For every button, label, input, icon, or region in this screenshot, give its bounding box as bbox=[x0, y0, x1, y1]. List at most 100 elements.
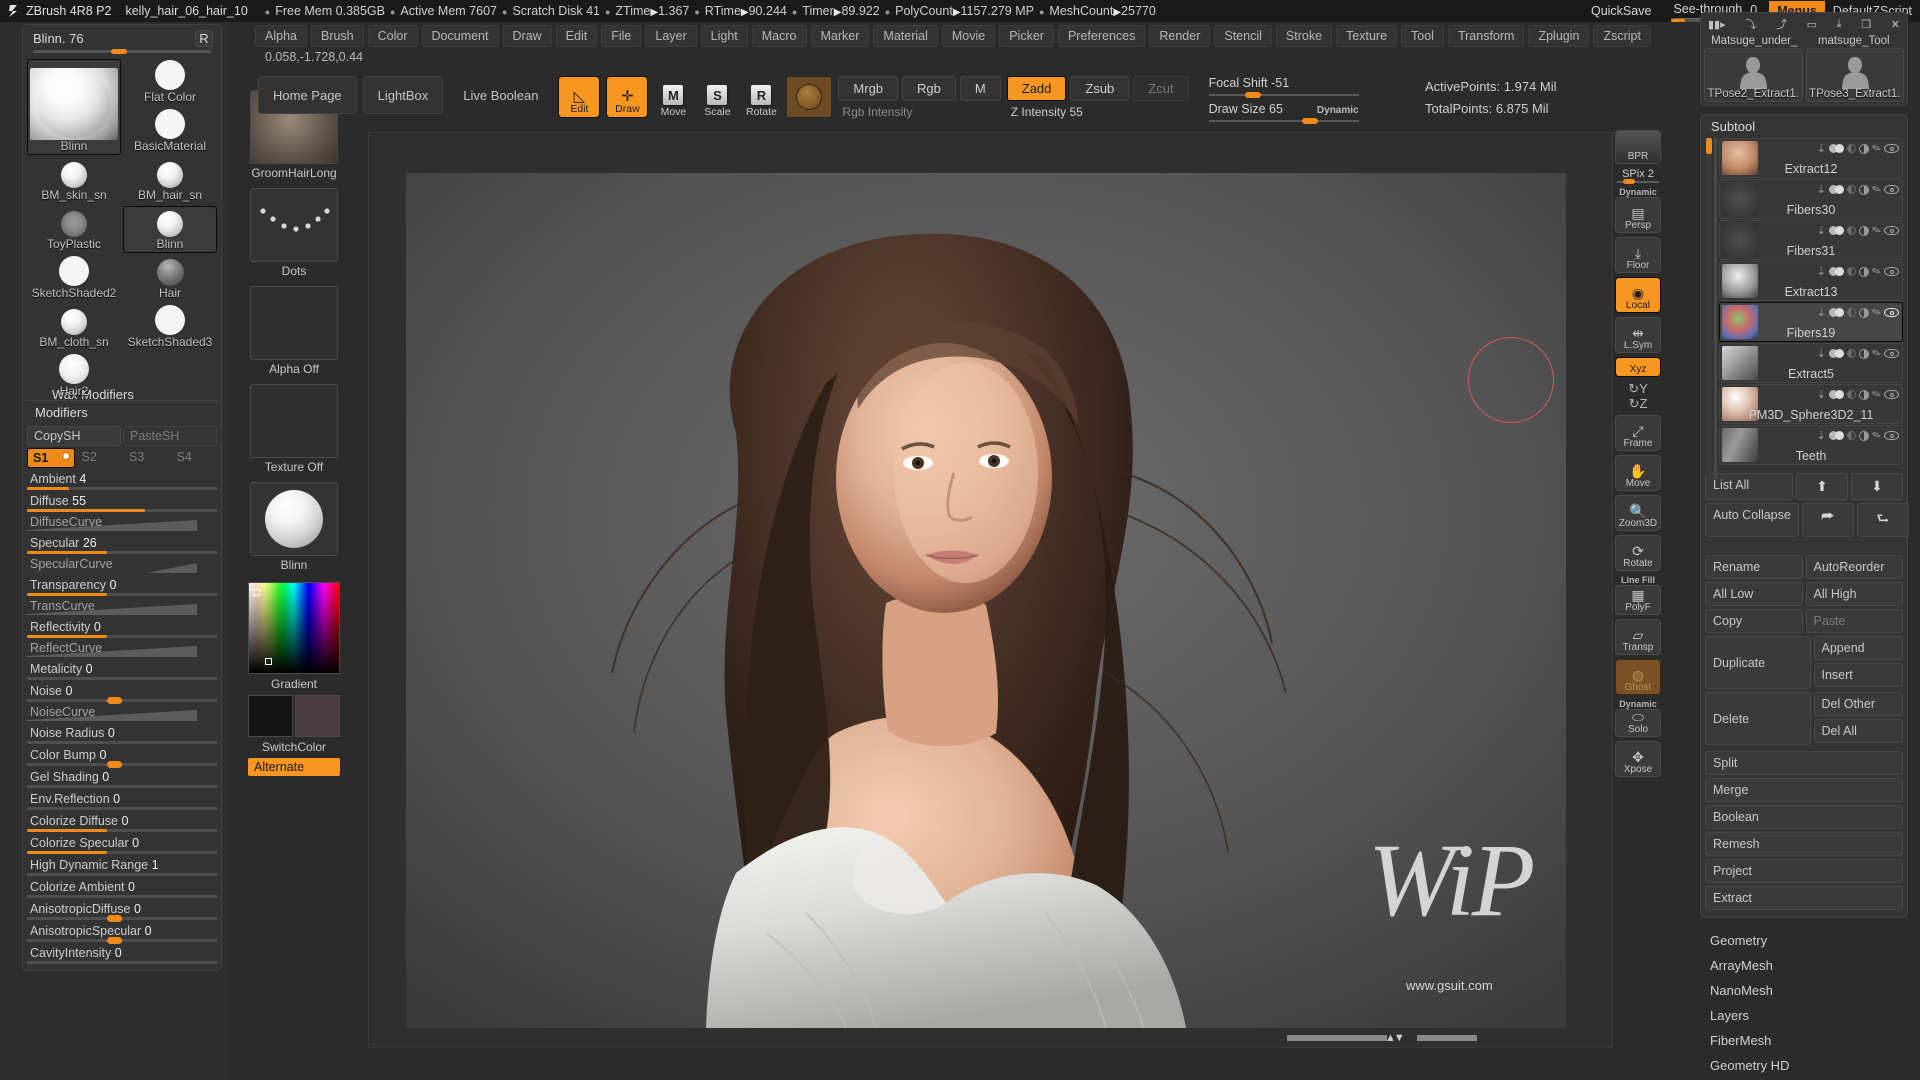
subtool-item-extract13[interactable]: ⇣ ✎ Extract13 bbox=[1719, 261, 1903, 301]
export-icon[interactable]: ⤴ bbox=[1776, 16, 1787, 32]
swatch-row[interactable] bbox=[248, 695, 340, 737]
merge-down-icon[interactable]: ⇣ bbox=[1817, 183, 1826, 196]
ghost-button[interactable]: ◍ Ghost bbox=[1615, 659, 1661, 695]
eye-visibility-icon[interactable] bbox=[1884, 431, 1899, 440]
slider-ambient[interactable]: Ambient 4 bbox=[27, 472, 217, 490]
current-alpha-thumb[interactable] bbox=[250, 286, 338, 360]
scale-mode-button[interactable]: S Scale bbox=[698, 76, 736, 118]
subtool-list[interactable]: ⇣ ✎ Extract12 ⇣ ✎ Fibers30 ⇣ ✎ Fibers31 ⇣ ✎ Extract… bbox=[1705, 138, 1903, 478]
menu-color[interactable]: Color bbox=[367, 25, 418, 47]
persp-button[interactable]: ▤ Persp bbox=[1615, 197, 1661, 233]
shader-slot-s4[interactable]: S4 bbox=[172, 448, 218, 468]
material-cell-bm_skin_sn[interactable]: BM_skin_sn bbox=[27, 157, 121, 204]
slider-anisotropicspecular[interactable]: AnisotropicSpecular 0 bbox=[27, 924, 217, 944]
subtool-scrollbar[interactable] bbox=[1706, 138, 1712, 478]
slider-high-dynamic-range[interactable]: High Dynamic Range 1 bbox=[27, 858, 217, 876]
copy-sh-button[interactable]: CopySH bbox=[27, 426, 121, 446]
transparency-button[interactable]: ▱ Transp bbox=[1615, 619, 1661, 655]
polypaint-icon[interactable] bbox=[1846, 349, 1856, 358]
visibility-pair-icon[interactable] bbox=[1828, 144, 1844, 153]
merge-down-icon[interactable]: ⇣ bbox=[1817, 224, 1826, 237]
slider-color-bump[interactable]: Color Bump 0 bbox=[27, 748, 217, 768]
material-r-button[interactable]: R bbox=[195, 30, 213, 47]
remesh-button[interactable]: Remesh bbox=[1705, 832, 1903, 856]
quicksave-button[interactable]: QuickSave bbox=[1581, 0, 1661, 22]
subtool-icon-row[interactable]: ⇣ ✎ bbox=[1817, 306, 1899, 320]
palette-layers[interactable]: Layers bbox=[1700, 1003, 1908, 1028]
material-cell-toyplastic[interactable]: ToyPlastic bbox=[27, 206, 121, 253]
eye-visibility-icon[interactable] bbox=[1884, 308, 1899, 317]
menu-document[interactable]: Document bbox=[421, 25, 499, 47]
slider-track[interactable] bbox=[27, 937, 217, 944]
current-texture-thumb[interactable] bbox=[250, 384, 338, 458]
slider-reflectivity[interactable]: Reflectivity 0 bbox=[27, 620, 217, 638]
merge-down-icon[interactable]: ⇣ bbox=[1817, 306, 1826, 319]
material-cell-hair[interactable]: Hair bbox=[123, 255, 217, 302]
material-cell-sketchshaded3[interactable]: SketchShaded3 bbox=[123, 304, 217, 351]
slider-cavityintensity[interactable]: CavityIntensity 0 bbox=[27, 946, 217, 964]
frame-button[interactable]: ⤢ Frame bbox=[1615, 415, 1661, 451]
move-up-button[interactable]: ⬆ bbox=[1796, 473, 1848, 500]
zoom3d-button[interactable]: 🔍 Zoom3D bbox=[1615, 495, 1661, 531]
curve-diffusecurve[interactable]: DiffuseCurve bbox=[27, 515, 217, 532]
visibility-pair-icon[interactable] bbox=[1828, 431, 1844, 440]
menu-zscript[interactable]: Zscript bbox=[1593, 25, 1651, 47]
menu-transform[interactable]: Transform bbox=[1447, 25, 1525, 47]
menu-layer[interactable]: Layer bbox=[645, 25, 697, 47]
lightbox-button[interactable]: LightBox bbox=[362, 76, 444, 114]
polypaint-icon[interactable] bbox=[1846, 390, 1856, 399]
delete-button[interactable]: Delete bbox=[1705, 692, 1811, 745]
xpose-button[interactable]: ✥ Xpose bbox=[1615, 741, 1661, 777]
list-all-button[interactable]: List All bbox=[1705, 473, 1793, 500]
merge-down-icon[interactable]: ⇣ bbox=[1817, 388, 1826, 401]
slider-colorize-diffuse[interactable]: Colorize Diffuse 0 bbox=[27, 814, 217, 832]
slider-env-reflection[interactable]: Env.Reflection 0 bbox=[27, 792, 217, 810]
subtool-item-teeth[interactable]: ⇣ ✎ Teeth bbox=[1719, 425, 1903, 465]
paint-brush-icon[interactable]: ✎ bbox=[1870, 141, 1883, 156]
rotate-view-button[interactable]: ⟳ Rotate bbox=[1615, 535, 1661, 571]
menu-file[interactable]: File bbox=[601, 25, 642, 47]
slider-noise-radius[interactable]: Noise Radius 0 bbox=[27, 726, 217, 744]
polypaint-icon[interactable] bbox=[1846, 267, 1856, 276]
swatch-primary[interactable] bbox=[248, 695, 293, 737]
lsym-button[interactable]: ⇹ L.Sym bbox=[1615, 317, 1661, 353]
eye-visibility-icon[interactable] bbox=[1884, 267, 1899, 276]
subtool-icon-row[interactable]: ⇣ ✎ bbox=[1817, 182, 1899, 197]
slider-track[interactable] bbox=[27, 873, 217, 876]
subtool-item-fibers31[interactable]: ⇣ ✎ Fibers31 bbox=[1719, 220, 1903, 260]
auto-collapse-button[interactable]: Auto Collapse bbox=[1705, 503, 1799, 537]
subtool-item-extract12[interactable]: ⇣ ✎ Extract12 bbox=[1719, 138, 1903, 178]
slider-track[interactable] bbox=[27, 895, 217, 898]
polyframe-button[interactable]: ▦ PolyF bbox=[1615, 585, 1661, 615]
paste-sh-button[interactable]: PasteSH bbox=[123, 426, 217, 446]
slider-track[interactable] bbox=[27, 741, 217, 744]
tool-thumb-0[interactable]: TPose2_Extract1. bbox=[1704, 48, 1803, 102]
slider-track[interactable] bbox=[27, 829, 217, 832]
color-marker-fg[interactable] bbox=[253, 589, 260, 596]
polypaint-icon[interactable] bbox=[1846, 226, 1856, 235]
slider-track[interactable] bbox=[27, 961, 217, 964]
palette-geometry-hd[interactable]: Geometry HD bbox=[1700, 1053, 1908, 1078]
swatch-secondary[interactable] bbox=[295, 695, 340, 737]
slider-track[interactable] bbox=[27, 487, 217, 490]
split-button[interactable]: Split bbox=[1705, 751, 1903, 775]
rotate-mode-button[interactable]: R Rotate bbox=[742, 76, 780, 118]
subtool-icon-row[interactable]: ⇣ ✎ bbox=[1817, 429, 1899, 443]
spix-slider[interactable] bbox=[1617, 179, 1659, 184]
menu-edit[interactable]: Edit bbox=[555, 25, 598, 47]
slider-track[interactable] bbox=[27, 593, 217, 596]
clone-icon[interactable]: ▭ bbox=[1807, 18, 1817, 31]
eye-visibility-icon[interactable] bbox=[1884, 226, 1899, 235]
subtool-icon-row[interactable]: ⇣ ✎ bbox=[1817, 224, 1899, 238]
del-all-button[interactable]: Del All bbox=[1813, 719, 1903, 743]
subtool-item-fibers30[interactable]: ⇣ ✎ Fibers30 bbox=[1719, 179, 1903, 219]
paint-brush-icon[interactable]: ✎ bbox=[1870, 387, 1883, 402]
eye-visibility-icon[interactable] bbox=[1884, 349, 1899, 358]
subtool-buttons[interactable]: List All ⬆ ⬇ Auto Collapse ⮫ ⮑ Rename Au… bbox=[1705, 473, 1909, 910]
paint-brush-icon[interactable]: ✎ bbox=[1870, 182, 1883, 197]
visibility-pair-icon[interactable] bbox=[1828, 308, 1844, 317]
curve-noisecurve[interactable]: NoiseCurve bbox=[27, 705, 217, 722]
load-tool-icon[interactable]: ▮▮▸ bbox=[1708, 18, 1726, 31]
duplicate-button[interactable]: Duplicate bbox=[1705, 636, 1811, 689]
auto-reorder-button[interactable]: AutoReorder bbox=[1805, 555, 1903, 579]
